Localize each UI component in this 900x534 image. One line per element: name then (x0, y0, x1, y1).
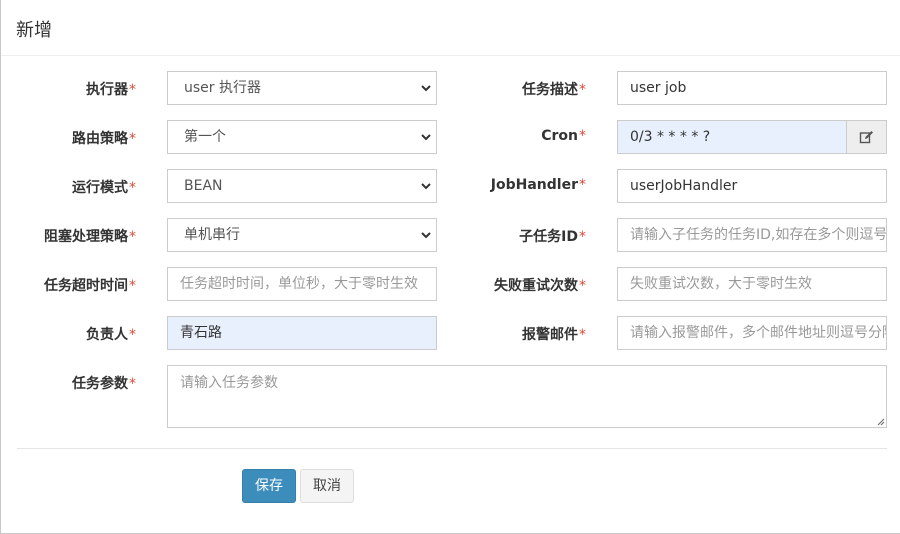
child-job-id-label: 子任务ID* (519, 229, 586, 245)
cancel-button[interactable]: 取消 (300, 469, 354, 503)
required-mark: * (579, 177, 586, 193)
fail-retry-label: 失败重试次数* (494, 278, 586, 294)
child-job-id-input[interactable]: 请输入子任务的任务ID,如存在多个则逗号分隔 (617, 218, 887, 252)
job-param-placeholder: 请输入任务参数 (180, 375, 278, 391)
job-desc-label: 任务描述* (522, 82, 586, 98)
required-mark: * (579, 82, 586, 98)
chevron-down-icon (421, 183, 431, 190)
executor-select[interactable]: user 执行器 (167, 71, 437, 105)
chevron-down-icon (421, 134, 431, 141)
timeout-input[interactable]: 任务超时时间，单位秒，大于零时生效 (167, 267, 437, 301)
alarm-email-input[interactable]: 请输入报警邮件，多个邮件地址则逗号分隔 (617, 316, 887, 350)
dialog-header: 新增 (1, 0, 900, 56)
required-mark: * (129, 278, 136, 294)
required-mark: * (579, 229, 586, 245)
job-param-textarea[interactable]: 请输入任务参数 (167, 365, 887, 428)
required-mark: * (579, 128, 586, 144)
route-strategy-value: 第一个 (184, 129, 226, 145)
run-mode-value: BEAN (184, 178, 223, 194)
alarm-email-label: 报警邮件* (522, 327, 586, 343)
author-label: 负责人* (86, 327, 136, 343)
cron-edit-button[interactable] (846, 120, 887, 154)
edit-icon (859, 131, 873, 144)
timeout-label: 任务超时时间* (44, 278, 136, 294)
dialog-title: 新增 (16, 20, 52, 41)
block-strategy-select[interactable]: 单机串行 (167, 218, 437, 252)
executor-value: user 执行器 (184, 80, 261, 96)
resize-handle-icon[interactable] (877, 418, 885, 426)
add-job-dialog: 新增 执行器* user 执行器 路由策略* 第一个 运行模式* BEAN 阻塞… (0, 0, 900, 534)
required-mark: * (129, 327, 136, 343)
run-mode-label: 运行模式* (72, 180, 136, 196)
required-mark: * (129, 376, 136, 392)
save-button[interactable]: 保存 (242, 469, 296, 503)
required-mark: * (579, 327, 586, 343)
cron-input[interactable]: 0/3 * * * * ? (617, 120, 847, 154)
required-mark: * (129, 180, 136, 196)
required-mark: * (129, 229, 136, 245)
block-strategy-value: 单机串行 (184, 227, 240, 243)
cron-label: Cron* (541, 128, 586, 144)
route-strategy-select[interactable]: 第一个 (167, 120, 437, 154)
block-strategy-label: 阻塞处理策略* (44, 229, 136, 245)
author-input[interactable]: 青石路 (167, 316, 437, 350)
fail-retry-input[interactable]: 失败重试次数，大于零时生效 (617, 267, 887, 301)
required-mark: * (579, 278, 586, 294)
required-mark: * (129, 131, 136, 147)
job-desc-input[interactable]: user job (617, 71, 887, 105)
route-strategy-label: 路由策略* (72, 131, 136, 147)
run-mode-select[interactable]: BEAN (167, 169, 437, 203)
job-handler-label: JobHandler* (490, 177, 586, 193)
job-handler-input[interactable]: userJobHandler (617, 169, 887, 203)
required-mark: * (129, 82, 136, 98)
chevron-down-icon (421, 232, 431, 239)
chevron-down-icon (421, 85, 431, 92)
job-param-label: 任务参数* (72, 376, 136, 392)
executor-label: 执行器* (86, 82, 136, 98)
form-divider (17, 448, 887, 449)
